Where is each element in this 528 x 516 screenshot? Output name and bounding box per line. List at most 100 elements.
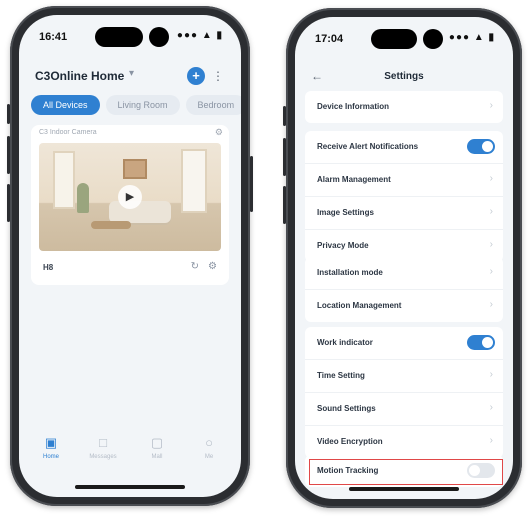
tab-living-room[interactable]: Living Room — [105, 95, 180, 115]
store-icon: ▢ — [150, 435, 164, 450]
chevron-right-icon: › — [489, 435, 493, 446]
sofa — [109, 201, 171, 223]
row-label: Time Setting — [317, 371, 365, 380]
tabbar-messages[interactable]: □ Messages — [83, 435, 123, 460]
volume-down-button — [7, 184, 10, 222]
tabbar-messages-label: Messages — [89, 454, 117, 460]
left-screen: 16:41 ●●● ▲ ▮ C3Online Home ▾ + ⋮ All De… — [19, 15, 241, 497]
tab-bedroom[interactable]: Bedroom — [185, 95, 241, 115]
chevron-right-icon: › — [489, 402, 493, 413]
window-left — [53, 151, 75, 209]
right-screen: 17:04 ●●● ▲ ▮ ← Settings Device Informat… — [295, 17, 513, 499]
camera-dot — [149, 27, 169, 47]
plant — [77, 183, 89, 213]
right-phone: 17:04 ●●● ▲ ▮ ← Settings Device Informat… — [283, 8, 522, 508]
tabbar-mall-label: Mall — [151, 454, 163, 460]
highlight-box — [309, 459, 503, 485]
camera-model-label: C3 Indoor Camera — [39, 129, 97, 136]
row-label: Work indicator — [317, 338, 373, 347]
page-title: Settings — [384, 71, 424, 82]
camera-card-footer: H8 ↻ ⚙ — [39, 261, 221, 277]
camera-dot — [423, 29, 443, 49]
chevron-right-icon: › — [489, 173, 493, 184]
dynamic-island — [371, 29, 417, 49]
settings-section-device: Device Information › — [305, 91, 503, 123]
work-indicator-toggle[interactable] — [467, 335, 495, 350]
settings-row-alarm-management[interactable]: Alarm Management › — [305, 164, 503, 197]
power-button — [250, 156, 253, 212]
camera-name: H8 — [43, 263, 54, 272]
play-icon[interactable]: ▶ — [118, 185, 142, 209]
chevron-right-icon: › — [489, 239, 493, 250]
settings-row-device-information[interactable]: Device Information › — [305, 91, 503, 123]
tabbar-home-label: Home — [42, 454, 59, 460]
row-label: Privacy Mode — [317, 241, 369, 250]
camera-card[interactable]: C3 Indoor Camera ⚙ ▶ H8 ↻ ⚙ — [31, 125, 229, 285]
tabbar-home[interactable]: ▣ Home — [31, 435, 71, 460]
coffee-table — [91, 221, 131, 229]
settings-row-time-setting[interactable]: Time Setting › — [305, 360, 503, 393]
message-icon: □ — [99, 435, 107, 450]
signal-wifi-battery-icon: ●●● ▲ ▮ — [176, 30, 223, 41]
dynamic-island — [95, 27, 143, 47]
room-tabs: All DevicesLiving RoomBedroomGu — [31, 95, 241, 117]
row-label: Sound Settings — [317, 404, 376, 413]
row-label: Image Settings — [317, 208, 374, 217]
row-label: Receive Alert Notifications — [317, 142, 419, 151]
settings-row-alert-notifications[interactable]: Receive Alert Notifications — [305, 131, 503, 164]
left-phone: 16:41 ●●● ▲ ▮ C3Online Home ▾ + ⋮ All De… — [7, 6, 253, 506]
settings-row-work-indicator[interactable]: Work indicator — [305, 327, 503, 360]
wall-painting — [123, 159, 147, 179]
action-button — [283, 106, 286, 126]
settings-row-image-settings[interactable]: Image Settings › — [305, 197, 503, 230]
alert-notifications-toggle[interactable] — [467, 139, 495, 154]
settings-section-alerts: Receive Alert Notifications Alarm Manage… — [305, 131, 503, 262]
bottom-tab-bar: ▣ Home □ Messages ▢ Mall ○ Me — [19, 435, 241, 475]
action-button — [7, 104, 10, 124]
tabbar-me[interactable]: ○ Me — [189, 435, 229, 460]
settings-row-installation-mode[interactable]: Installation mode › — [305, 257, 503, 290]
home-icon: ▣ — [44, 435, 58, 450]
chevron-down-icon[interactable]: ▾ — [129, 68, 134, 79]
camera-preview[interactable]: ▶ — [39, 143, 221, 251]
chevron-right-icon: › — [489, 369, 493, 380]
settings-icon[interactable]: ⚙ — [208, 261, 217, 272]
person-icon: ○ — [205, 435, 213, 450]
status-bar: 16:41 ●●● ▲ ▮ — [19, 15, 241, 59]
signal-wifi-battery-icon: ●●● ▲ ▮ — [448, 32, 495, 43]
chevron-right-icon: › — [489, 299, 493, 310]
home-indicator[interactable] — [75, 485, 185, 489]
settings-icon[interactable]: ⚙ — [215, 127, 223, 138]
chevron-right-icon: › — [489, 100, 493, 111]
tabbar-mall[interactable]: ▢ Mall — [137, 435, 177, 460]
status-time: 17:04 — [315, 33, 344, 45]
settings-section-installation: Installation mode › Location Management … — [305, 257, 503, 322]
window-right — [181, 149, 207, 213]
row-label: Location Management — [317, 301, 402, 310]
status-time: 16:41 — [39, 31, 68, 43]
home-indicator[interactable] — [349, 487, 459, 491]
settings-row-location-management[interactable]: Location Management › — [305, 290, 503, 322]
chevron-right-icon: › — [489, 266, 493, 277]
home-header: C3Online Home ▾ + ⋮ — [33, 65, 227, 87]
settings-row-sound-settings[interactable]: Sound Settings › — [305, 393, 503, 426]
volume-down-button — [283, 186, 286, 224]
row-label: Device Information — [317, 102, 390, 111]
more-icon[interactable]: ⋮ — [211, 68, 225, 84]
settings-row-video-encryption[interactable]: Video Encryption › — [305, 426, 503, 458]
settings-section-device-options: Work indicator Time Setting › Sound Sett… — [305, 327, 503, 458]
status-bar: 17:04 ●●● ▲ ▮ — [295, 17, 513, 61]
tab-all-devices[interactable]: All Devices — [31, 95, 100, 115]
volume-up-button — [7, 136, 10, 174]
tabbar-me-label: Me — [204, 454, 214, 460]
home-title[interactable]: C3Online Home — [35, 69, 124, 83]
settings-nav-bar: ← Settings — [295, 65, 513, 89]
volume-up-button — [283, 138, 286, 176]
plus-icon[interactable]: + — [187, 67, 205, 85]
share-icon[interactable]: ↻ — [191, 261, 199, 272]
chevron-right-icon: › — [489, 206, 493, 217]
row-label: Video Encryption — [317, 437, 383, 446]
camera-card-header: C3 Indoor Camera ⚙ — [31, 125, 229, 141]
row-label: Alarm Management — [317, 175, 391, 184]
row-label: Installation mode — [317, 268, 383, 277]
